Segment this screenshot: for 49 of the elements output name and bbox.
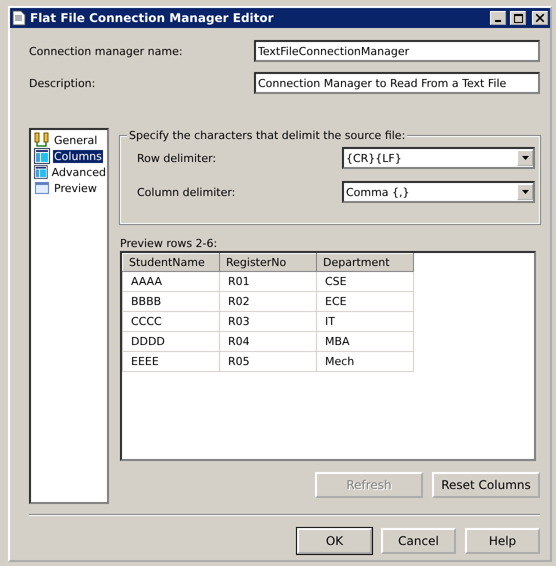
field-label: Column delimiter: [137, 186, 236, 198]
column-header[interactable]: Department [316, 254, 414, 272]
table-cell: R05 [220, 352, 316, 372]
window-icon [34, 180, 50, 196]
dropdown[interactable]: {CR}{LF} [342, 147, 535, 169]
action-button[interactable]: Reset Columns [432, 472, 540, 498]
caret-icon [522, 190, 528, 194]
table-cell: AAAA [122, 272, 220, 292]
connector-icon [34, 132, 50, 148]
page-list-item[interactable]: Advanced [50, 166, 107, 178]
field-label: Description: [29, 76, 96, 90]
table-cell: CSE [316, 272, 414, 292]
preview-label: Preview rows 2-6: [120, 237, 218, 251]
grid-icon [34, 164, 48, 180]
table-cell: Mech [316, 352, 414, 372]
page-list-item[interactable]: General [53, 134, 98, 146]
input-field[interactable]: Connection Manager to Read From a Text File [254, 72, 540, 94]
document-icon [12, 10, 26, 26]
close-button[interactable] [532, 11, 548, 25]
table-cell: R01 [220, 272, 316, 292]
window-title: Flat File Connection Manager Editor [30, 11, 275, 25]
dialog-button[interactable]: OK [297, 528, 372, 554]
grid-icon [34, 148, 50, 164]
table-cell: R03 [220, 312, 316, 332]
column-header[interactable]: RegisterNo [220, 254, 316, 272]
table-cell: CCCC [122, 312, 220, 332]
table-cell: R02 [220, 292, 316, 312]
maximize-button[interactable] [510, 11, 526, 25]
minimize-button[interactable] [490, 11, 506, 25]
dropdown[interactable]: Comma {,} [342, 181, 535, 203]
field-label: Connection manager name: [29, 44, 184, 58]
table-cell: R04 [220, 332, 316, 352]
column-header[interactable]: StudentName [122, 254, 220, 272]
table-cell: ECE [316, 292, 414, 312]
maximize-icon [514, 14, 522, 22]
table-cell: MBA [316, 332, 414, 352]
table-cell: IT [316, 312, 414, 332]
input-field[interactable]: TextFileConnectionManager [254, 40, 540, 62]
table-cell: DDDD [122, 332, 220, 352]
page-list-item[interactable]: Columns [53, 150, 103, 162]
table-cell: BBBB [122, 292, 220, 312]
close-icon [536, 14, 544, 22]
dialog-button[interactable]: Cancel [381, 528, 456, 554]
group-title: Specify the characters that delimit the source file: [127, 129, 408, 142]
field-label: Row delimiter: [137, 152, 218, 164]
page-list-item[interactable]: Preview [53, 182, 98, 194]
caret-icon [522, 156, 528, 160]
table-cell: EEEE [122, 352, 220, 372]
dialog-button[interactable]: Help [465, 528, 540, 554]
